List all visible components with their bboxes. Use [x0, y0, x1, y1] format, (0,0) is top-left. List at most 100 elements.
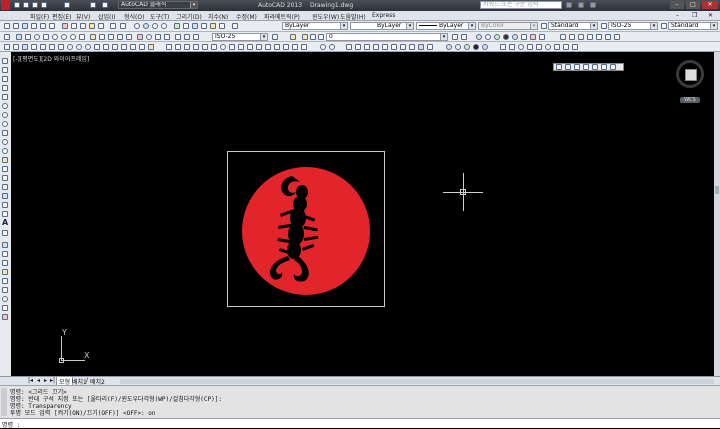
menu-edit[interactable]: 편집(E) — [52, 12, 72, 21]
vertical-scrollbar[interactable] — [714, 52, 720, 376]
cylinder-icon[interactable] — [527, 44, 533, 50]
orbit-icon[interactable] — [320, 44, 326, 50]
view-se-iso-icon[interactable] — [409, 44, 415, 50]
dim-text-edit-icon[interactable] — [184, 34, 190, 40]
revcloud-icon[interactable] — [2, 121, 8, 127]
polygon-icon[interactable] — [2, 85, 8, 91]
polyline-icon[interactable] — [2, 76, 8, 82]
redo-icon[interactable] — [102, 2, 108, 8]
ucs-view-icon[interactable] — [605, 34, 611, 40]
publish-icon[interactable] — [49, 23, 55, 29]
dim-break-icon[interactable] — [126, 34, 132, 40]
construction-line-icon[interactable] — [2, 67, 8, 73]
view-sw-iso-icon[interactable] — [400, 44, 406, 50]
move-icon[interactable] — [211, 44, 217, 50]
search-icon[interactable] — [566, 2, 572, 8]
viewcube-face[interactable] — [685, 69, 697, 81]
box-icon[interactable] — [500, 44, 506, 50]
arc-length-icon[interactable] — [34, 34, 40, 40]
qnew-icon[interactable] — [4, 23, 10, 29]
menu-dimension[interactable]: 치수(N) — [208, 12, 228, 21]
vp-icon-2[interactable] — [565, 64, 571, 70]
markup-icon[interactable] — [210, 23, 216, 29]
vp-icon-5[interactable] — [592, 64, 598, 70]
minimize-button[interactable]: – — [670, 1, 684, 9]
open-icon[interactable] — [23, 2, 29, 8]
dim-space-icon[interactable] — [117, 34, 123, 40]
conceptual-style-icon[interactable] — [473, 44, 479, 50]
tab-next-arrow[interactable]: ▸ — [44, 377, 47, 384]
command-window-grip[interactable] — [1, 388, 7, 416]
view-back-icon[interactable] — [391, 44, 397, 50]
gradient-icon[interactable] — [2, 193, 8, 199]
view-front-icon[interactable] — [382, 44, 388, 50]
torus-icon[interactable] — [545, 44, 551, 50]
spline-icon[interactable] — [2, 130, 8, 136]
viewcube[interactable] — [676, 60, 704, 88]
insert-block-icon[interactable] — [2, 157, 8, 163]
snap-endpoint-icon[interactable] — [22, 44, 28, 50]
wcs-badge[interactable]: WCS — [680, 97, 700, 103]
circle-icon[interactable] — [2, 112, 8, 118]
maximize-button[interactable]: □ — [686, 1, 700, 9]
view-top-icon[interactable] — [346, 44, 352, 50]
text-style-control[interactable]: Standard ▾ — [548, 22, 598, 30]
inspection-icon[interactable] — [155, 34, 161, 40]
block-editor-icon[interactable] — [98, 23, 104, 29]
menu-window[interactable]: 윈도우(W) — [312, 12, 339, 21]
app-logo-icon[interactable] — [1, 0, 10, 10]
doc-minimize-button[interactable]: – — [676, 12, 679, 19]
cut-icon[interactable] — [62, 23, 68, 29]
ucs-face-icon[interactable] — [587, 34, 593, 40]
quickcalc-icon[interactable] — [219, 23, 225, 29]
sun-icon[interactable] — [521, 34, 527, 40]
copy-icon[interactable] — [71, 23, 77, 29]
tab-first-arrow[interactable]: |◂ — [28, 377, 33, 384]
menu-format[interactable]: 형식(O) — [124, 12, 144, 21]
fillet-icon[interactable] — [292, 44, 298, 50]
menu-file[interactable]: 파일(F) — [30, 12, 49, 21]
vp-icon-1[interactable] — [556, 64, 562, 70]
copy-tool-icon[interactable] — [2, 251, 8, 257]
mtext-icon[interactable]: A — [2, 218, 8, 227]
menu-express[interactable]: Express — [372, 12, 395, 19]
snap-midpoint-icon[interactable] — [31, 44, 37, 50]
zoom-previous-icon[interactable] — [161, 23, 167, 29]
menu-view[interactable]: 뷰(V) — [76, 12, 90, 21]
view-right-icon[interactable] — [373, 44, 379, 50]
extrude-icon[interactable] — [563, 44, 569, 50]
pyramid-icon[interactable] — [554, 44, 560, 50]
view-nw-iso-icon[interactable] — [427, 44, 433, 50]
scale-icon[interactable] — [229, 44, 235, 50]
join-icon[interactable] — [274, 44, 280, 50]
snap-none-icon[interactable] — [139, 44, 145, 50]
help-icon[interactable] — [590, 2, 596, 8]
render-icon[interactable] — [476, 34, 482, 40]
rotate-icon[interactable] — [220, 44, 226, 50]
scrollbar-thumb[interactable] — [715, 186, 719, 194]
hidden-style-icon[interactable] — [455, 44, 461, 50]
undo-tool-icon[interactable] — [110, 23, 116, 29]
mirror-tool-icon[interactable] — [2, 260, 8, 266]
explode-tool-icon[interactable] — [2, 314, 8, 320]
snap-from-icon[interactable] — [13, 44, 19, 50]
help-tool-icon[interactable] — [232, 23, 238, 29]
snap-parallel-icon[interactable] — [103, 44, 109, 50]
dim-edit-icon[interactable] — [175, 34, 181, 40]
wireframe-style-icon[interactable] — [446, 44, 452, 50]
layer-previous-icon[interactable] — [461, 34, 467, 40]
linear-dim-icon[interactable] — [16, 34, 22, 40]
snap-tangent-icon[interactable] — [85, 44, 91, 50]
hatch-icon[interactable] — [2, 184, 8, 190]
copy-object-icon[interactable] — [175, 44, 181, 50]
xray-style-icon[interactable] — [482, 44, 488, 50]
text-style-icon[interactable] — [541, 23, 547, 29]
view-ne-iso-icon[interactable] — [418, 44, 424, 50]
layer-properties-icon[interactable] — [290, 34, 296, 40]
dim-style-control-2[interactable]: ISO-25 ▾ — [212, 33, 268, 41]
ordinate-dim-icon[interactable] — [43, 34, 49, 40]
chamfer-icon[interactable] — [283, 44, 289, 50]
arc-icon[interactable] — [2, 103, 8, 109]
horizontal-scrollbar[interactable] — [120, 379, 714, 384]
ucs-object-icon[interactable] — [596, 34, 602, 40]
